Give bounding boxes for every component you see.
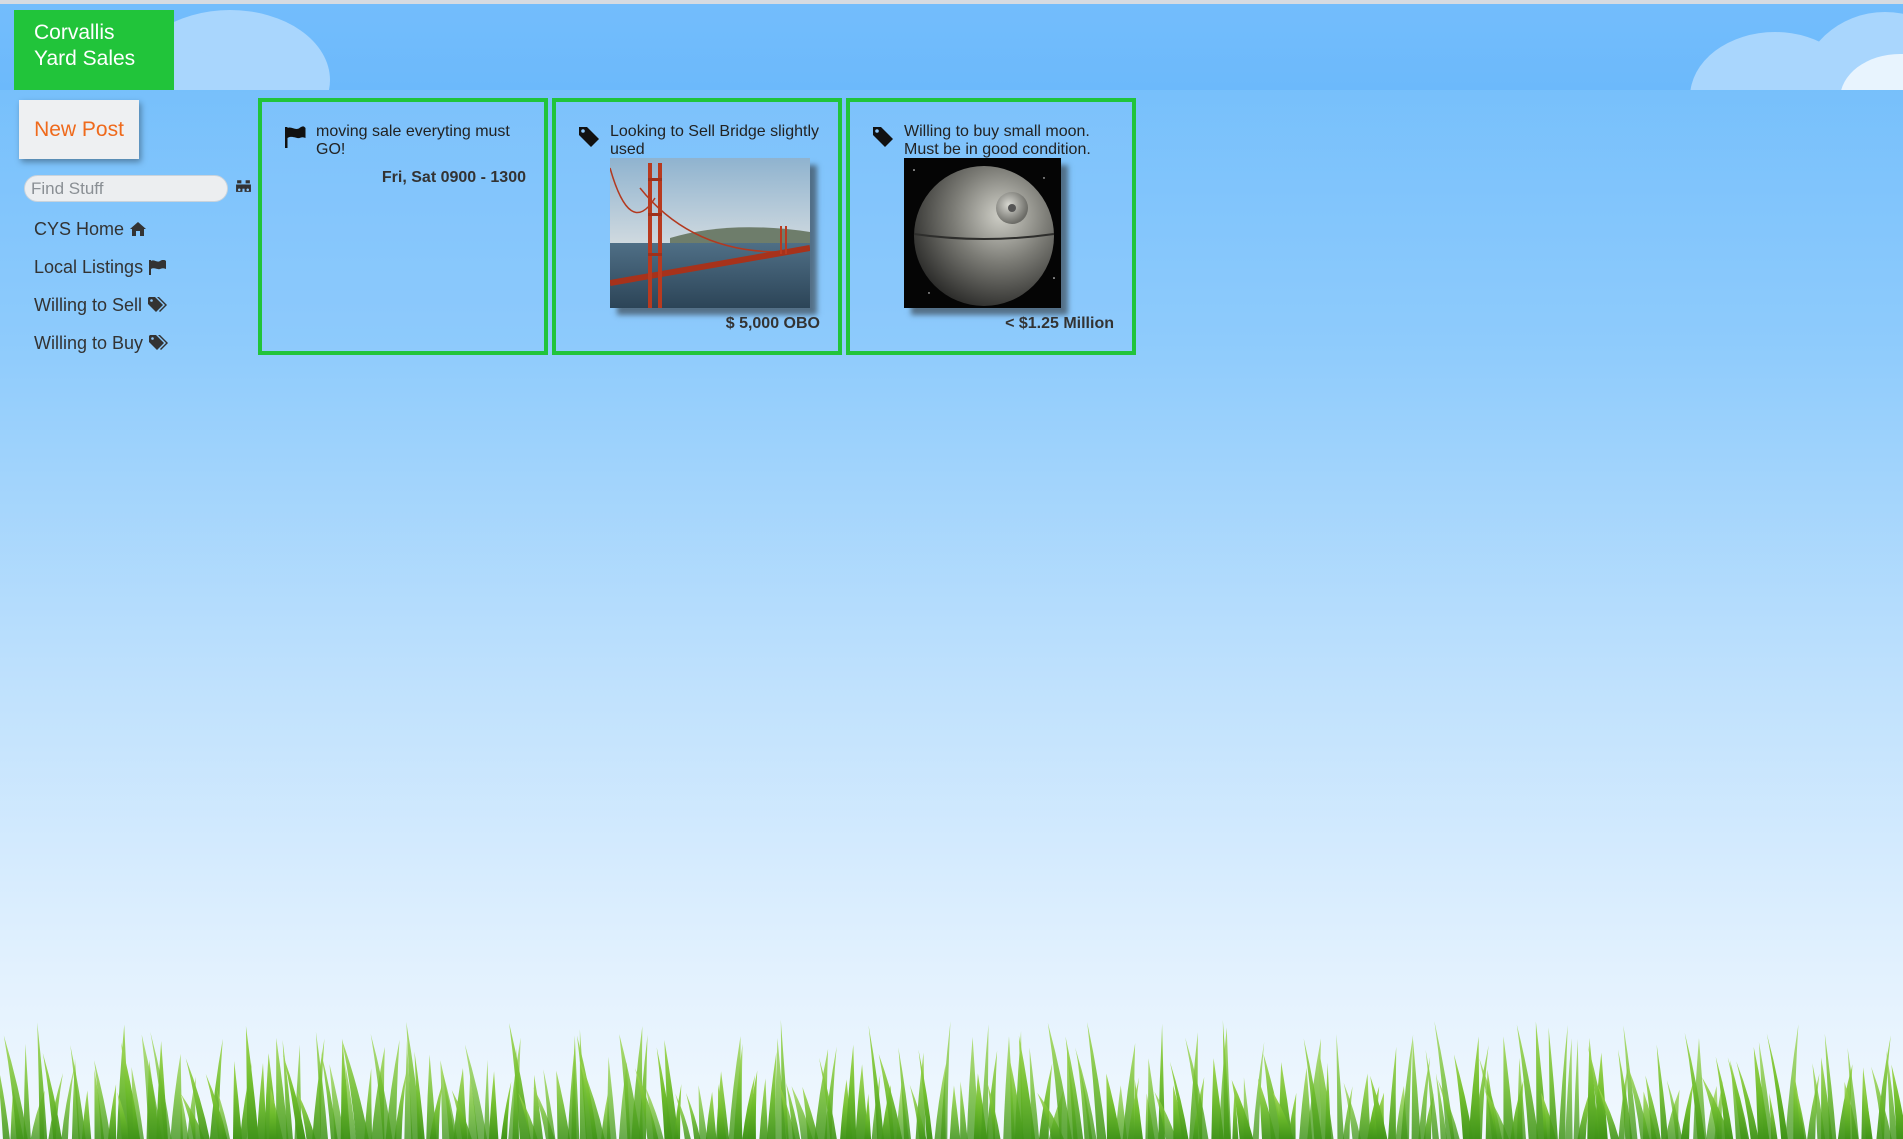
sidebar-item-label: Willing to Buy xyxy=(34,332,144,353)
sidebar-item-willing-to-buy[interactable]: Willing to Buy xyxy=(34,324,169,362)
death-star-photo[interactable] xyxy=(904,158,1061,308)
post-title: Looking to Sell Bridge slightly used xyxy=(610,123,820,158)
tags-icon xyxy=(149,335,169,350)
tags-icon xyxy=(148,297,168,312)
sidebar-item-label: Local Listings xyxy=(34,256,144,277)
sidebar-item-cys-home[interactable]: CYS Home xyxy=(34,210,169,248)
binoculars-icon[interactable] xyxy=(235,177,252,194)
post-card[interactable]: Willing to buy small moon. Must be in go… xyxy=(846,98,1136,355)
post-footer: Fri, Sat 0900 - 1300 xyxy=(381,169,526,186)
new-post-button[interactable]: New Post xyxy=(19,100,139,159)
post-card[interactable]: Looking to Sell Bridge slightly used $ 5… xyxy=(552,98,842,355)
grass-decoration xyxy=(0,1019,1903,1139)
post-card[interactable]: moving sale everyting must GO! Fri, Sat … xyxy=(258,98,548,355)
post-title: Willing to buy small moon. Must be in go… xyxy=(904,123,1091,158)
flag-icon xyxy=(285,126,306,148)
logo-line-1: Corvallis xyxy=(34,21,115,44)
sidebar-item-willing-to-sell[interactable]: Willing to Sell xyxy=(34,286,169,324)
post-footer: $ 5,000 OBO xyxy=(725,315,820,332)
site-logo[interactable]: Corvallis Yard Sales xyxy=(14,10,174,90)
sidebar-item-label: Willing to Sell xyxy=(34,294,143,315)
sidebar-item-label: CYS Home xyxy=(34,218,125,239)
post-footer: < $1.25 Million xyxy=(1005,315,1114,332)
golden-gate-bridge-photo[interactable] xyxy=(610,158,810,308)
tag-icon xyxy=(873,127,893,147)
sidebar-item-local-listings[interactable]: Local Listings xyxy=(34,248,169,286)
search-input[interactable] xyxy=(24,175,228,202)
logo-line-2: Yard Sales xyxy=(34,47,136,70)
sidebar-nav: CYS Home Local Listings Willing to Sell … xyxy=(34,210,169,362)
header-banner xyxy=(0,4,1903,90)
tag-icon xyxy=(579,127,599,147)
flag-icon xyxy=(149,259,167,275)
post-title: moving sale everyting must GO! xyxy=(316,123,510,158)
home-icon xyxy=(130,222,147,236)
